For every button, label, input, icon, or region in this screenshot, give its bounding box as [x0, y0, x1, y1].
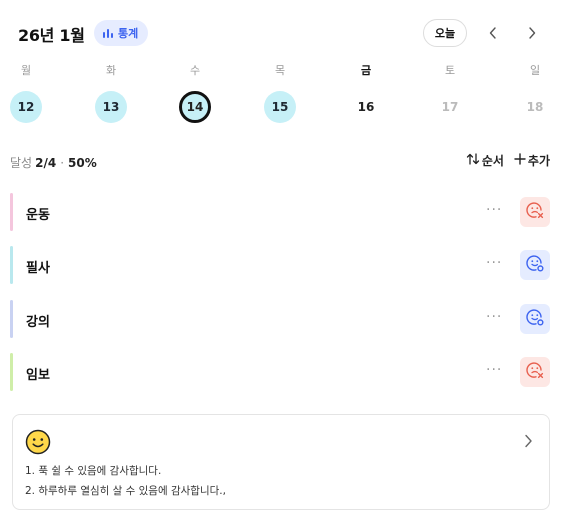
reorder-button[interactable]: 순서: [466, 152, 504, 169]
next-week-button[interactable]: [522, 22, 542, 44]
day-wed[interactable]: 수 14: [175, 60, 215, 124]
day-number-today: 14: [179, 91, 211, 123]
habit-row[interactable]: 강의 ···: [10, 300, 554, 338]
day-of-week: 화: [105, 64, 117, 77]
achievement-percent: 50%: [68, 155, 97, 170]
gratitude-line: 2. 하루하루 열심히 살 수 있음에 감사합니다.,: [25, 485, 226, 497]
day-number: 12: [10, 91, 42, 123]
habit-status-button[interactable]: [520, 197, 550, 227]
day-of-week: 수: [189, 64, 201, 77]
gratitude-line: 1. 푹 쉴 수 있음에 감사합니다.: [25, 465, 162, 477]
more-options-button[interactable]: ···: [486, 255, 502, 271]
header: 26년 1월 통계 오늘: [0, 0, 564, 66]
gratitude-card[interactable]: 1. 푹 쉴 수 있음에 감사합니다. 2. 하루하루 열심히 살 수 있음에 …: [12, 414, 550, 510]
day-mon[interactable]: 월 12: [6, 60, 46, 124]
habit-color-bar: [10, 193, 13, 231]
summary-separator: ·: [60, 155, 65, 170]
sad-face-x-icon: [525, 200, 545, 224]
habit-name: 필사: [26, 261, 50, 276]
sort-arrows-icon: [466, 153, 480, 168]
habit-row[interactable]: 운동 ···: [10, 193, 554, 231]
today-button[interactable]: 오늘: [423, 19, 467, 47]
habit-status-button[interactable]: [520, 250, 550, 280]
day-thu[interactable]: 목 15: [260, 60, 300, 124]
day-number: 13: [95, 91, 127, 123]
achievement-fraction: 2/4: [35, 155, 57, 170]
day-number: 15: [264, 91, 296, 123]
day-number: 16: [357, 100, 375, 114]
stats-label: 통계: [118, 27, 139, 40]
bar-chart-icon: [102, 27, 114, 39]
habit-color-bar: [10, 353, 13, 391]
habit-name: 강의: [26, 315, 50, 330]
habit-name: 운동: [26, 208, 50, 223]
plus-icon: [514, 153, 526, 168]
smile-face-check-icon: [525, 307, 545, 331]
smile-face-check-icon: [525, 253, 545, 277]
achievement-summary: 달성 2/4 · 50%: [10, 154, 97, 171]
achievement-label: 달성: [10, 156, 33, 170]
day-sun[interactable]: 일 18: [515, 60, 555, 124]
day-of-week: 목: [274, 64, 286, 77]
more-options-button[interactable]: ···: [486, 202, 502, 218]
day-number: 17: [441, 100, 459, 114]
day-of-week: 일: [529, 64, 541, 77]
day-number: 18: [526, 100, 544, 114]
habit-name: 임보: [26, 368, 50, 383]
month-title: 26년 1월: [18, 26, 85, 45]
reorder-label: 순서: [481, 154, 504, 168]
more-options-button[interactable]: ···: [486, 362, 502, 378]
list-toolbar: 순서 추가: [466, 152, 550, 169]
habit-row[interactable]: 필사 ···: [10, 246, 554, 284]
habit-status-button[interactable]: [520, 357, 550, 387]
chevron-right-icon: [524, 433, 533, 452]
day-sat[interactable]: 토 17: [430, 60, 470, 124]
add-label: 추가: [527, 154, 550, 168]
more-options-button[interactable]: ···: [486, 309, 502, 325]
day-tue[interactable]: 화 13: [91, 60, 131, 124]
smiley-icon: [25, 429, 51, 459]
day-of-week: 월: [20, 64, 32, 77]
sad-face-x-icon: [525, 360, 545, 384]
prev-week-button[interactable]: [483, 22, 503, 44]
chevron-right-icon: [528, 24, 536, 43]
chevron-left-icon: [489, 24, 497, 43]
habit-color-bar: [10, 246, 13, 284]
habit-color-bar: [10, 300, 13, 338]
habit-row[interactable]: 임보 ···: [10, 353, 554, 391]
habit-status-button[interactable]: [520, 304, 550, 334]
day-of-week: 토: [444, 64, 456, 77]
week-strip: 월 12 화 13 수 14 목 15 금 16 토 17 일 18: [0, 60, 564, 124]
day-of-week: 금: [360, 64, 372, 77]
day-fri[interactable]: 금 16: [346, 60, 386, 124]
add-habit-button[interactable]: 추가: [514, 152, 550, 169]
stats-button[interactable]: 통계: [94, 20, 149, 46]
